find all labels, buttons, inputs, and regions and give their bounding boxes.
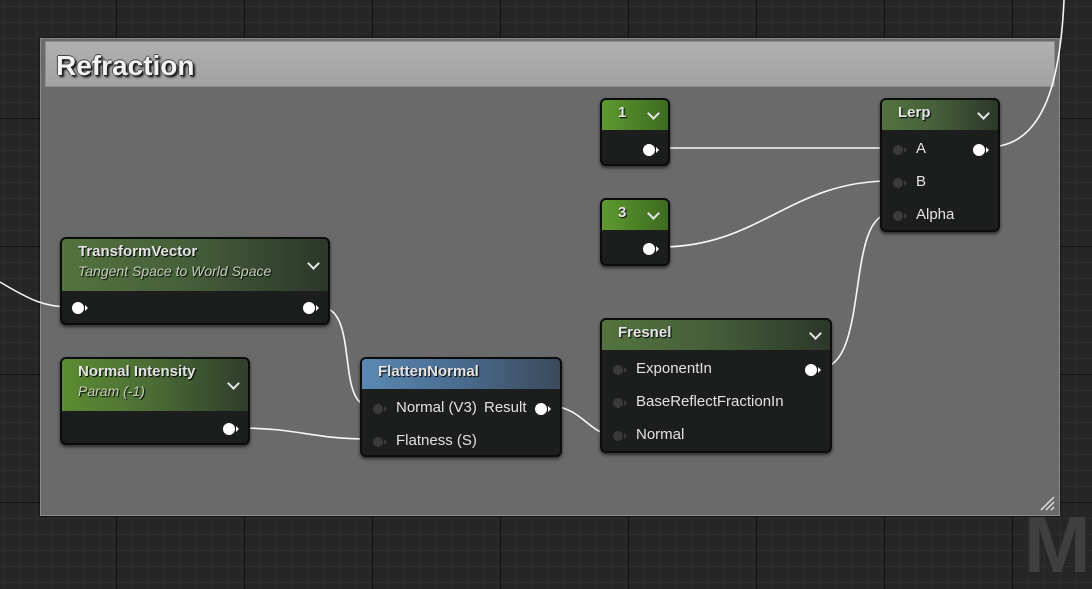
normal-intensity-title: Normal Intensity xyxy=(78,363,196,380)
fresnel-title: Fresnel xyxy=(618,324,672,341)
transform-vector-header[interactable]: TransformVector Tangent Space to World S… xyxy=(62,239,328,291)
output-pin-result[interactable] xyxy=(535,403,551,415)
input-pin-flatness[interactable] xyxy=(373,437,387,447)
transform-vector-title: TransformVector xyxy=(78,243,198,260)
flatten-normal-header[interactable]: FlattenNormal xyxy=(362,359,560,389)
pin-label-exponentin: ExponentIn xyxy=(636,360,712,377)
watermark-text: M xyxy=(1024,500,1091,589)
constant-node-header[interactable]: 3 xyxy=(602,200,668,230)
transform-vector-subtitle: Tangent Space to World Space xyxy=(78,263,272,279)
input-pin-b[interactable] xyxy=(893,178,907,188)
chevron-down-icon[interactable] xyxy=(977,107,990,120)
input-pin-basereflectfractionin[interactable] xyxy=(613,398,627,408)
comment-header[interactable]: Refraction xyxy=(45,41,1055,87)
input-pin-exponentin[interactable] xyxy=(613,365,627,375)
input-pin[interactable] xyxy=(72,302,88,314)
normal-intensity-node[interactable]: Normal Intensity Param (-1) xyxy=(60,357,250,445)
pin-label-normal: Normal xyxy=(636,426,685,443)
pin-label-basereflectfractionin: BaseReflectFractionIn xyxy=(636,393,784,410)
input-pin-alpha[interactable] xyxy=(893,211,907,221)
constant-value-label: 1 xyxy=(618,104,627,121)
normal-intensity-subtitle: Param (-1) xyxy=(78,383,145,399)
input-pin-a[interactable] xyxy=(893,145,907,155)
output-pin[interactable] xyxy=(805,364,821,376)
chevron-down-icon[interactable] xyxy=(809,327,822,340)
constant-node-3[interactable]: 3 xyxy=(600,198,670,266)
chevron-down-icon[interactable] xyxy=(647,107,660,120)
constant-node-header[interactable]: 1 xyxy=(602,100,668,130)
pin-label-a: A xyxy=(916,140,927,157)
flatten-normal-node[interactable]: FlattenNormal Normal (V3) Result Flatnes… xyxy=(360,357,562,457)
pin-label-normal-v3: Normal (V3) xyxy=(396,399,477,416)
lerp-node[interactable]: Lerp A B Alpha xyxy=(880,98,1000,232)
lerp-title: Lerp xyxy=(898,104,931,121)
normal-intensity-header[interactable]: Normal Intensity Param (-1) xyxy=(62,359,248,411)
comment-title: Refraction xyxy=(56,50,195,81)
fresnel-header[interactable]: Fresnel xyxy=(602,320,830,350)
constant-node-1[interactable]: 1 xyxy=(600,98,670,166)
flatten-normal-title: FlattenNormal xyxy=(378,363,479,380)
input-pin-normal[interactable] xyxy=(613,431,627,441)
lerp-node-header[interactable]: Lerp xyxy=(882,100,998,130)
output-pin[interactable] xyxy=(643,144,659,156)
fresnel-node[interactable]: Fresnel ExponentIn BaseReflectFractionIn… xyxy=(600,318,832,453)
pin-label-result: Result xyxy=(484,399,527,416)
pin-label-flatness: Flatness (S) xyxy=(396,432,477,449)
output-pin[interactable] xyxy=(303,302,319,314)
pin-label-alpha: Alpha xyxy=(916,206,955,223)
output-pin[interactable] xyxy=(973,144,989,156)
transform-vector-node[interactable]: TransformVector Tangent Space to World S… xyxy=(60,237,330,325)
input-pin-normal[interactable] xyxy=(373,404,387,414)
output-pin[interactable] xyxy=(223,423,239,435)
chevron-down-icon[interactable] xyxy=(647,207,660,220)
resize-grip-icon[interactable] xyxy=(1039,495,1055,511)
output-pin[interactable] xyxy=(643,243,659,255)
pin-label-b: B xyxy=(916,173,927,190)
constant-value-label: 3 xyxy=(618,204,627,221)
